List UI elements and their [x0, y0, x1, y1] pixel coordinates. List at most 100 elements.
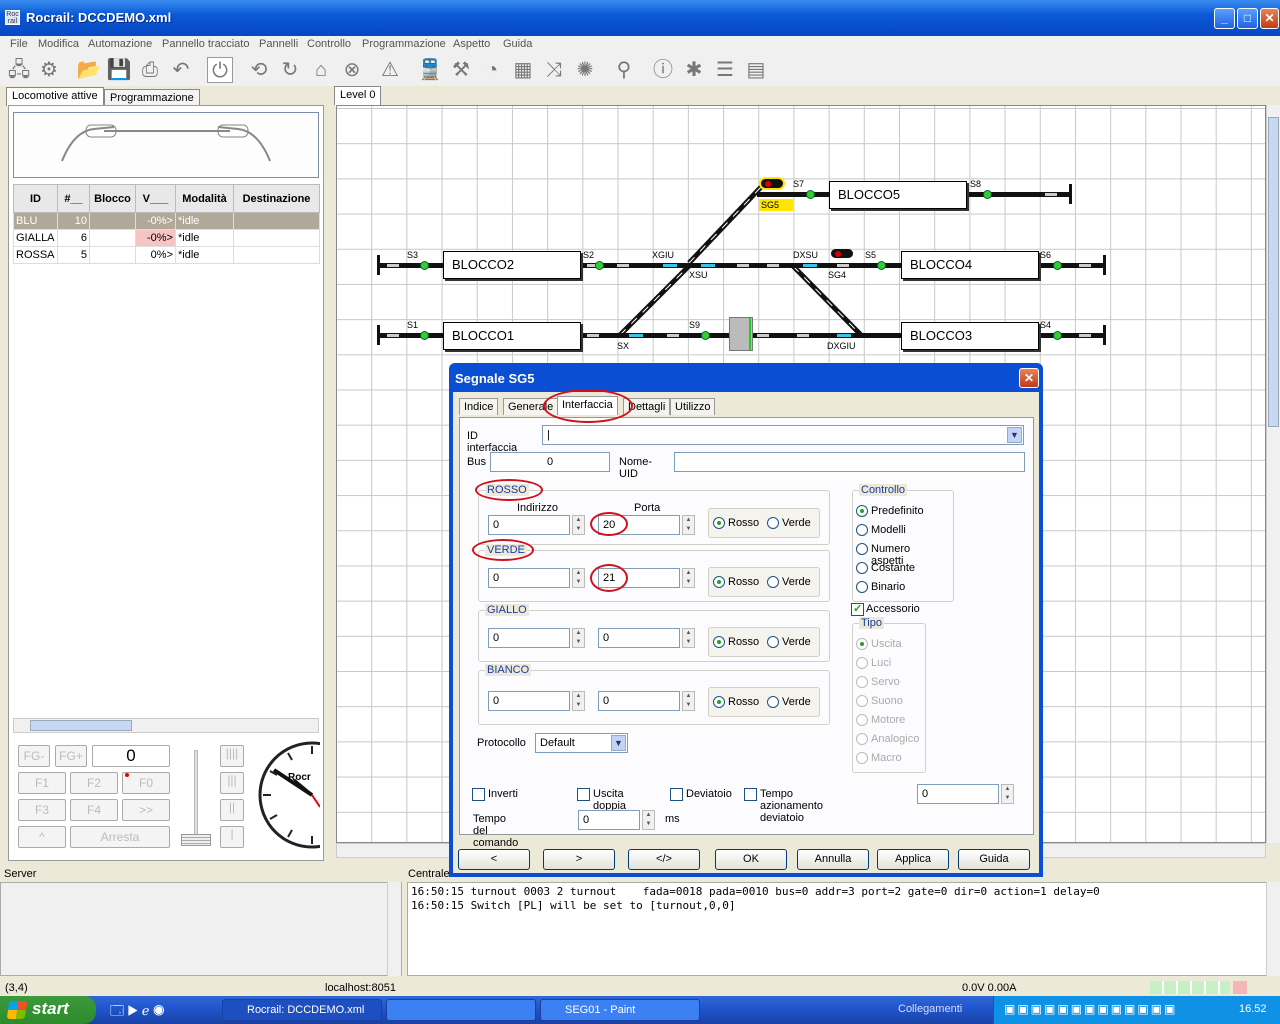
- col-num[interactable]: #__: [57, 184, 90, 213]
- menu-file[interactable]: File: [10, 38, 28, 50]
- uscita-doppia-checkbox[interactable]: [577, 788, 590, 801]
- block-blocco1[interactable]: BLOCCO1: [443, 322, 581, 350]
- open-folder-icon[interactable]: 📂: [76, 57, 102, 83]
- tray-icons[interactable]: ▣▣▣▣▣▣▣▣▣▣▣▣▣: [1004, 1002, 1177, 1016]
- verde-radio-rosso[interactable]: [713, 576, 725, 588]
- inverti-checkbox[interactable]: [472, 788, 485, 801]
- tempo-azionamento-stepper[interactable]: ▲ ▼: [1001, 784, 1014, 804]
- bianco-radio-rosso[interactable]: [713, 696, 725, 708]
- document-icon[interactable]: ▤: [743, 57, 769, 83]
- log-panel[interactable]: 16:50:15 turnout 0003 2 turnout fada=001…: [407, 882, 1267, 976]
- controllo-costante-radio[interactable]: [856, 562, 868, 574]
- links-toolbar[interactable]: Collegamenti: [898, 1003, 962, 1015]
- tempo-comando-stepper[interactable]: ▲ ▼: [642, 810, 655, 830]
- deviatoio-checkbox[interactable]: [670, 788, 683, 801]
- signal-s1-icon[interactable]: [420, 331, 429, 340]
- menu-pannelli[interactable]: Pannelli: [259, 38, 298, 50]
- tab-programmazione[interactable]: Programmazione: [104, 89, 200, 105]
- controllo-modelli-radio[interactable]: [856, 524, 868, 536]
- scrollbar-thumb[interactable]: [30, 720, 132, 731]
- dialog-close-button[interactable]: ✕: [1019, 368, 1039, 388]
- controllo-predefinito-radio[interactable]: [856, 505, 868, 517]
- giallo-address-field[interactable]: 0: [488, 628, 570, 648]
- signal-s5-icon[interactable]: [877, 261, 886, 270]
- shuffle-icon[interactable]: ⤨: [541, 57, 567, 83]
- vertical-scrollbar[interactable]: [1266, 105, 1280, 843]
- col-v[interactable]: V___: [135, 184, 176, 213]
- bianco-port-field[interactable]: 0: [598, 691, 680, 711]
- col-blocco[interactable]: Blocco: [89, 184, 136, 213]
- verde-address-stepper[interactable]: ▲ ▼: [572, 568, 585, 588]
- f1-button[interactable]: F1: [18, 772, 66, 794]
- log-scrollbar[interactable]: [1266, 882, 1280, 976]
- rosso-address-field[interactable]: 0: [488, 515, 570, 535]
- bianco-radio-verde[interactable]: [767, 696, 779, 708]
- signal-s8-icon[interactable]: [983, 190, 992, 199]
- chevron-down-icon[interactable]: ▼: [1007, 427, 1022, 443]
- tab-utilizzo[interactable]: Utilizzo: [670, 398, 716, 415]
- chevron-down-icon[interactable]: ▼: [611, 735, 626, 751]
- step-button-2[interactable]: ||: [220, 799, 244, 821]
- signal-s2-icon[interactable]: [595, 261, 604, 270]
- light-icon[interactable]: ✺: [572, 57, 598, 83]
- accessorio-checkbox[interactable]: [851, 602, 864, 616]
- xml-button[interactable]: </>: [628, 849, 700, 870]
- signal-s6-icon[interactable]: [1053, 261, 1062, 270]
- sync-icon[interactable]: ⟲: [246, 57, 272, 83]
- info-icon[interactable]: ⓘ: [650, 57, 676, 83]
- home-icon[interactable]: ⌂: [308, 57, 334, 83]
- more-functions-button[interactable]: >>: [122, 799, 170, 821]
- verde-address-field[interactable]: 0: [488, 568, 570, 588]
- table-row[interactable]: BLU 10 -0%> *idle: [13, 212, 320, 230]
- giallo-port-field[interactable]: 0: [598, 628, 680, 648]
- block-blocco4[interactable]: BLOCCO4: [901, 251, 1039, 279]
- controllo-numero-aspetti-radio[interactable]: [856, 543, 868, 555]
- giallo-address-stepper[interactable]: ▲ ▼: [572, 628, 585, 648]
- verde-radio-verde[interactable]: [767, 576, 779, 588]
- undo-icon[interactable]: ↶: [168, 57, 194, 83]
- menu-modifica[interactable]: Modifica: [38, 38, 79, 50]
- menu-controllo[interactable]: Controllo: [307, 38, 351, 50]
- step-button-3[interactable]: |||: [220, 772, 244, 794]
- rosso-radio-verde[interactable]: [767, 517, 779, 529]
- fg-minus-button[interactable]: FG-: [18, 745, 50, 767]
- fg-plus-button[interactable]: FG+: [55, 745, 87, 767]
- signal-s3-icon[interactable]: [420, 261, 429, 270]
- slider-handle[interactable]: [181, 834, 211, 846]
- menu-pannello-tracciato[interactable]: Pannello tracciato: [162, 38, 249, 50]
- col-modalita[interactable]: Modalità: [175, 184, 234, 213]
- scrollbar-thumb[interactable]: [1268, 117, 1279, 427]
- block-icon[interactable]: ▦: [510, 57, 536, 83]
- controllo-binario-radio[interactable]: [856, 581, 868, 593]
- tempo-azionamento-checkbox[interactable]: [744, 788, 757, 801]
- task-paint[interactable]: SEG01 - Paint: [540, 999, 700, 1021]
- search-icon[interactable]: ⚲: [611, 57, 637, 83]
- f3-button[interactable]: F3: [18, 799, 66, 821]
- tempo-azionamento-field[interactable]: 0: [917, 784, 999, 804]
- next-button[interactable]: >: [543, 849, 615, 870]
- task-cmd[interactable]: [386, 999, 536, 1021]
- print-icon[interactable]: ⎙: [137, 57, 163, 83]
- bus-field[interactable]: 0: [490, 452, 610, 472]
- prev-button[interactable]: <: [458, 849, 530, 870]
- step-button-1[interactable]: |: [220, 826, 244, 848]
- stop-icon[interactable]: ⊗: [339, 57, 365, 83]
- close-button[interactable]: ✕: [1260, 8, 1279, 29]
- tab-level-0[interactable]: Level 0: [334, 86, 382, 105]
- reset-icon[interactable]: ↻: [277, 57, 303, 83]
- f4-button[interactable]: F4: [70, 799, 118, 821]
- col-destinazione[interactable]: Destinazione: [233, 184, 320, 213]
- tab-indice[interactable]: Indice: [459, 398, 499, 415]
- horizontal-scrollbar[interactable]: [13, 718, 319, 733]
- signal-s4-icon[interactable]: [1053, 331, 1062, 340]
- speedometer-icon[interactable]: ◔: [479, 57, 505, 83]
- id-interfaccia-combo[interactable]: |: [542, 425, 1024, 445]
- server-scrollbar[interactable]: [387, 882, 401, 976]
- bianco-port-stepper[interactable]: ▲ ▼: [682, 691, 695, 711]
- annulla-button[interactable]: Annulla: [797, 849, 869, 870]
- giallo-port-stepper[interactable]: ▲ ▼: [682, 628, 695, 648]
- tab-locomotive-attive[interactable]: Locomotive attive: [6, 87, 104, 106]
- task-rocrail[interactable]: Rocrail: DCCDEMO.xml: [222, 999, 382, 1021]
- rosso-port-stepper[interactable]: ▲ ▼: [682, 515, 695, 535]
- speed-slider[interactable]: [181, 750, 211, 846]
